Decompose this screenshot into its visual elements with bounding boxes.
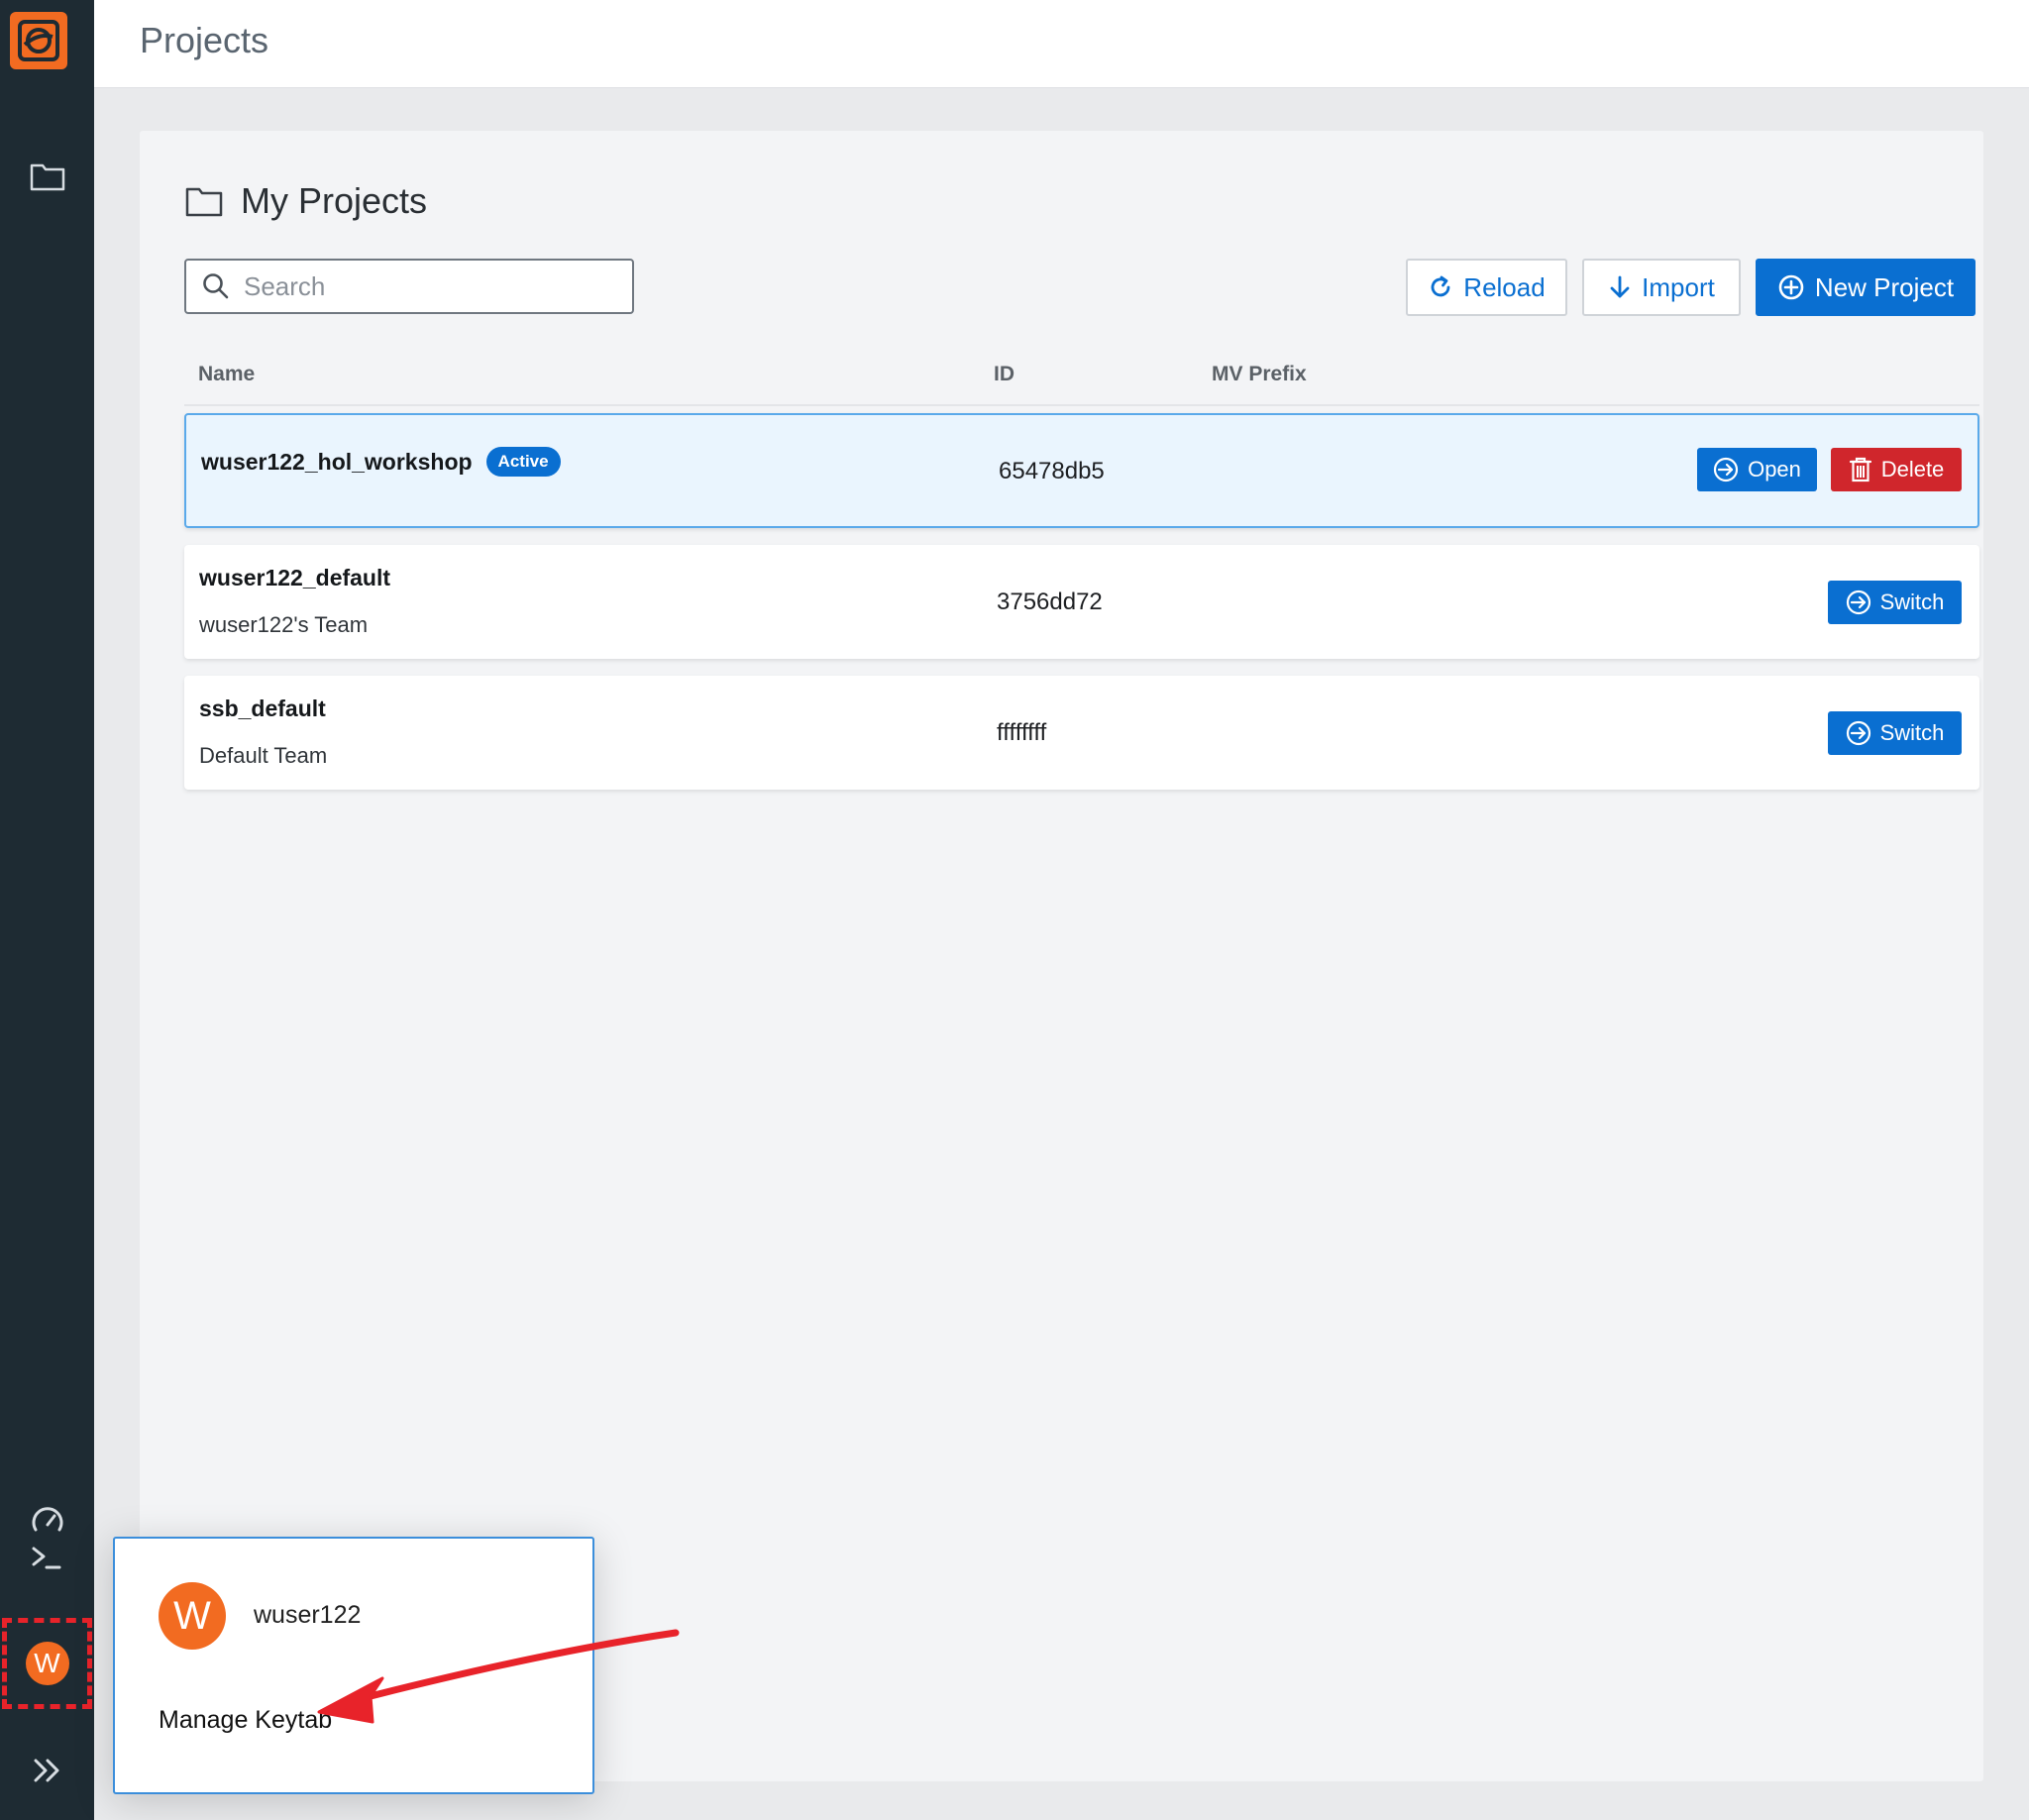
switch-button[interactable]: Switch [1828,581,1962,624]
delete-button[interactable]: Delete [1831,448,1962,491]
sidebar-item-console[interactable] [0,1528,94,1587]
import-button[interactable]: Import [1582,259,1741,316]
section-title-text: My Projects [241,180,428,221]
app-logo[interactable] [10,12,67,69]
reload-icon [1431,275,1450,297]
page-header: Projects [94,0,2029,88]
table-row[interactable]: wuser122_default wuser122's Team 3756dd7… [184,545,1979,659]
sidebar-item-projects[interactable] [0,147,94,206]
reload-button[interactable]: Reload [1406,259,1567,316]
project-name: ssb_default [199,696,326,721]
project-id: 65478db5 [999,458,1105,484]
open-label: Open [1748,457,1801,482]
user-menu-toggle-highlight[interactable]: W [2,1618,92,1709]
annotation-arrow [317,1629,680,1724]
project-name: wuser122_default [199,565,391,590]
project-name: wuser122_hol_workshop [201,448,473,475]
status-badge: Active [485,447,561,477]
enter-icon [1846,589,1870,615]
avatar: W [159,1582,226,1650]
switch-label: Switch [1879,589,1945,614]
logo-icon [18,20,59,61]
import-label: Import [1642,271,1715,302]
column-header-mv-prefix[interactable]: MV Prefix [1212,363,1307,386]
project-team: Default Team [199,743,328,768]
sidebar-expand-button[interactable] [0,1741,94,1800]
project-id: 3756dd72 [997,589,1103,615]
enter-icon [1713,457,1739,482]
search-icon [203,273,229,299]
project-id: ffffffff [997,719,1047,746]
chevron-double-right-icon [34,1759,58,1782]
project-team: wuser122's Team [199,612,369,637]
enter-icon [1846,720,1870,746]
delete-label: Delete [1880,457,1945,482]
terminal-icon [32,1547,60,1569]
page-title: Projects [140,20,269,60]
folder-icon [185,187,223,217]
avatar[interactable]: W [25,1642,69,1685]
search-input[interactable] [242,269,622,303]
search-box[interactable] [184,259,634,314]
sidebar: W [0,0,94,1820]
column-header-name[interactable]: Name [198,363,255,386]
table-row[interactable]: ssb_default Default Team ffffffff Switch [184,676,1979,790]
open-button[interactable]: Open [1697,448,1817,491]
folder-icon [30,163,64,191]
column-header-id[interactable]: ID [994,363,1014,386]
project-name-cell: wuser122_hol_workshop Active [201,447,561,477]
new-project-button[interactable]: New Project [1756,259,1976,316]
projects-card: My Projects Reload Import New Project Na… [140,131,1983,1781]
arrow-down-icon [1610,275,1630,298]
table-row[interactable]: wuser122_hol_workshop Active 65478db5 Op… [184,413,1979,528]
header-divider [184,404,1979,406]
switch-label: Switch [1879,720,1945,745]
reload-label: Reload [1463,271,1546,302]
plus-circle-icon [1778,274,1804,300]
new-project-label: New Project [1814,271,1955,302]
section-title: My Projects [185,180,427,222]
trash-icon [1849,457,1871,482]
switch-button[interactable]: Switch [1828,711,1962,755]
